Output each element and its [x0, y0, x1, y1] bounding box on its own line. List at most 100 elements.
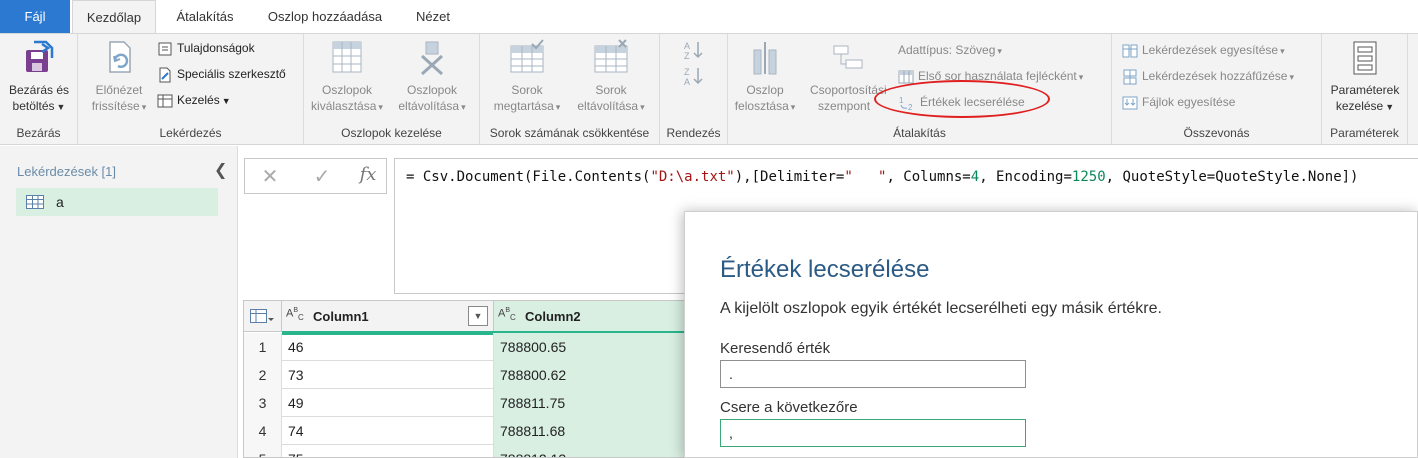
formula-part: , Columns= — [886, 169, 971, 185]
chevron-down-icon: ▾ — [1280, 46, 1285, 56]
query-item[interactable]: a — [16, 188, 218, 216]
formula-part: , QuoteStyle=QuoteStyle.None]) — [1105, 169, 1359, 185]
chevron-down-icon: ▾ — [555, 102, 561, 112]
choose-columns-button[interactable]: Oszlopok kiválasztása ▾ — [308, 38, 386, 115]
chevron-down-icon: ▾ — [640, 102, 645, 112]
chevron-down-icon: ▼ — [221, 96, 231, 106]
manage-parameters-label-2: kezelése — [1335, 99, 1384, 113]
confirm-formula-icon[interactable]: ✓ — [307, 164, 337, 189]
refresh-preview-button[interactable]: Előnézet frissítése ▾ — [84, 38, 154, 115]
tab-view[interactable]: Nézet — [404, 0, 462, 33]
split-column-label-2: felosztása — [734, 99, 789, 113]
text-type-icon[interactable]: ABC — [498, 307, 516, 322]
filter-dropdown-icon[interactable]: ▼ — [468, 306, 488, 326]
advanced-editor-label: Speciális szerkesztő — [177, 67, 286, 81]
close-and-load-button[interactable]: Bezárás és betöltés ▼ — [4, 38, 74, 115]
append-queries-button[interactable]: Lekérdezések hozzáfűzése ▾ — [1122, 68, 1294, 86]
manage-parameters-button[interactable]: Paraméterek kezelése ▼ — [1324, 38, 1406, 115]
formula-number: 1250 — [1071, 169, 1106, 185]
collapse-pane-icon[interactable]: ❮ — [214, 160, 227, 180]
data-grid: ABC Column1 ▼ ABC Column2 1 46 788800.65 2 7… — [243, 300, 703, 458]
fx-icon[interactable]: fx — [353, 164, 383, 185]
tab-transform[interactable]: Átalakítás — [164, 0, 246, 33]
remove-rows-icon — [594, 39, 628, 73]
table-row[interactable]: 575788812.13 — [244, 445, 702, 457]
cell-column1[interactable]: 75 — [282, 445, 494, 457]
row-index: 4 — [244, 417, 282, 445]
table-icon — [250, 309, 274, 323]
group-parameters: Paraméterek kezelése ▼ Paraméterek — [1322, 34, 1408, 144]
merge-queries-button[interactable]: Lekérdezések egyesítése ▾ — [1122, 42, 1285, 60]
combine-files-button[interactable]: Fájlok egyesítése — [1122, 94, 1235, 112]
manage-button[interactable]: Kezelés ▼ — [157, 92, 231, 110]
keep-rows-button[interactable]: Sorok megtartása ▾ — [484, 38, 570, 115]
group-combine: Lekérdezések egyesítése ▾ Lekérdezések ho… — [1112, 34, 1322, 144]
cell-column1[interactable]: 46 — [282, 333, 494, 361]
text-type-icon[interactable]: ABC — [286, 307, 304, 322]
group-combine-label: Összevonás — [1183, 126, 1250, 140]
close-load-label-1: Bezárás és — [8, 83, 70, 97]
manage-parameters-label-1: Paraméterek — [1330, 83, 1400, 97]
column-header-column1[interactable]: ABC Column1 ▼ — [282, 301, 494, 332]
properties-button[interactable]: Tulajdonságok — [157, 40, 255, 58]
properties-label: Tulajdonságok — [177, 41, 255, 55]
svg-text:A: A — [684, 77, 690, 86]
advanced-editor-button[interactable]: Speciális szerkesztő — [157, 66, 286, 84]
cell-column1[interactable]: 49 — [282, 389, 494, 417]
formula-string: " " — [844, 169, 887, 185]
table-menu-button[interactable] — [244, 301, 282, 332]
table-row[interactable]: 4 74 788811.68 — [244, 417, 702, 445]
table-row[interactable]: 1 46 788800.65 — [244, 333, 702, 361]
ribbon-tab-bar: Fájl Kezdőlap Átalakítás Oszlop hozzáadá… — [0, 0, 1418, 34]
split-column-button[interactable]: Oszlop felosztása ▾ — [730, 38, 800, 115]
data-type-label: Adattípus: Szöveg — [898, 43, 996, 57]
cell-column2[interactable]: 788800.65 — [494, 333, 702, 361]
dialog-title: Értékek lecserélése — [720, 256, 930, 283]
cell-column2[interactable]: 788811.75 — [494, 389, 702, 417]
tab-home[interactable]: Kezdőlap — [72, 0, 156, 34]
replace-values-dialog: Értékek lecserélése A kijelölt oszlopok … — [684, 211, 1418, 458]
chevron-down-icon: ▾ — [378, 102, 383, 112]
find-value-input[interactable] — [720, 360, 1026, 388]
table-row[interactable]: 3 49 788811.75 — [244, 389, 702, 417]
cell-column2[interactable]: 788812.13 — [494, 445, 702, 457]
group-transform-label: Átalakítás — [893, 126, 946, 140]
group-close: Bezárás és betöltés ▼ Bezárás — [0, 34, 78, 144]
group-reduce-rows-label: Sorok számának csökkentése — [489, 126, 650, 140]
queries-pane: Lekérdezések [1] ❮ a — [0, 146, 238, 458]
row-index: 1 — [244, 333, 282, 361]
table-row[interactable]: 2 73 788800.62 — [244, 361, 702, 389]
row-index: 2 — [244, 361, 282, 389]
sort-ascending-button[interactable]: A Z — [682, 40, 706, 66]
replace-with-label: Csere a következőre — [720, 399, 858, 416]
tab-add-column[interactable]: Oszlop hozzáadása — [254, 0, 396, 33]
sort-descending-button[interactable]: Z A — [682, 66, 706, 92]
remove-rows-label-1: Sorok — [595, 83, 627, 97]
ribbon: Bezárás és betöltés ▼ Bezárás Előnézet fr… — [0, 33, 1418, 145]
formula-part: ),[Delimiter= — [734, 169, 845, 185]
cell-column2[interactable]: 788800.62 — [494, 361, 702, 389]
queries-pane-title: Lekérdezések [1] — [17, 164, 117, 179]
chevron-down-icon: ▾ — [790, 102, 796, 112]
data-type-dropdown[interactable]: Adattípus: Szöveg ▾ — [898, 42, 1002, 60]
group-sort-label: Rendezés — [666, 126, 721, 140]
chevron-down-icon: ▼ — [1385, 102, 1395, 112]
cell-column1[interactable]: 73 — [282, 361, 494, 389]
cancel-formula-icon[interactable]: ✕ — [255, 164, 285, 189]
remove-rows-button[interactable]: Sorok eltávolítása ▾ — [568, 38, 654, 115]
formula-string: "D:\a.txt" — [650, 169, 735, 185]
query-item-label: a — [56, 194, 64, 210]
refresh-icon — [109, 41, 131, 73]
group-manage-columns-label: Oszlopok kezelése — [341, 126, 442, 140]
replace-with-input[interactable] — [720, 419, 1026, 447]
cell-column1[interactable]: 74 — [282, 417, 494, 445]
advanced-editor-icon — [159, 67, 171, 83]
remove-columns-button[interactable]: Oszlopok eltávolítása ▾ — [392, 38, 472, 115]
split-column-label-1: Oszlop — [746, 83, 784, 97]
append-queries-label: Lekérdezések hozzáfűzése — [1142, 69, 1288, 83]
cell-column2[interactable]: 788811.68 — [494, 417, 702, 445]
merge-queries-label: Lekérdezések egyesítése — [1142, 43, 1279, 57]
column-header-column2[interactable]: ABC Column2 — [494, 301, 702, 332]
combine-files-icon — [1122, 96, 1138, 110]
tab-file[interactable]: Fájl — [0, 0, 70, 33]
